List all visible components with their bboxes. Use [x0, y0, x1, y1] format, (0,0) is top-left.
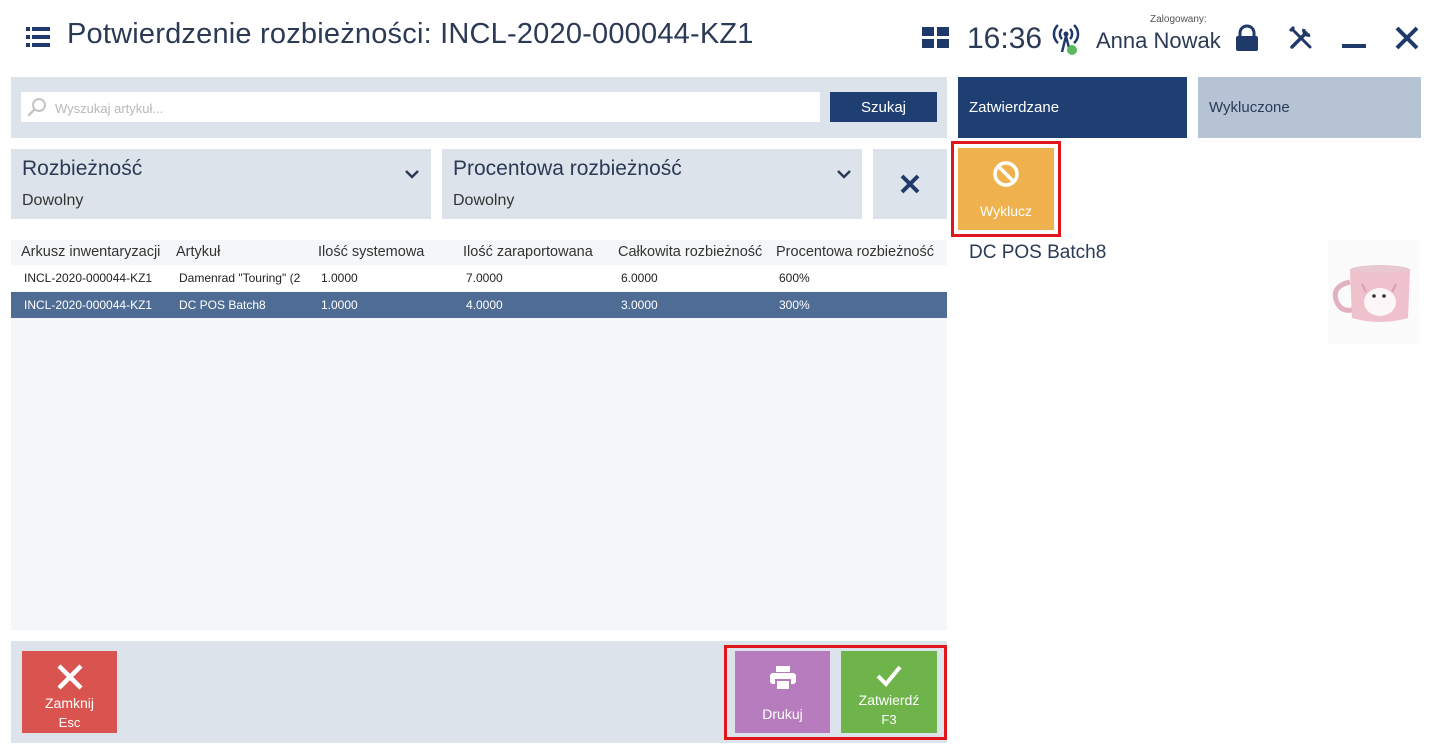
print-button-label: Drukuj — [762, 706, 803, 722]
search-button[interactable]: Szukaj — [830, 92, 937, 122]
column-header[interactable]: Procentowa rozbieżność — [776, 244, 934, 260]
minimize-icon[interactable] — [1342, 44, 1366, 48]
close-button-label: Zamknij — [44, 695, 94, 711]
cell-total-diff: 3.0000 — [621, 298, 658, 312]
confirm-button-label: Zatwierdź — [858, 692, 920, 708]
filter-value: Dowolny — [22, 192, 84, 209]
user-name: Anna Nowak — [1096, 28, 1221, 53]
exclude-button[interactable]: Wyklucz — [958, 148, 1054, 230]
filter-label: Procentowa rozbieżność — [453, 157, 682, 180]
cell-percent-diff: 300% — [779, 298, 810, 312]
cell-item: Damenrad "Touring" (2 — [179, 271, 301, 285]
close-icon — [56, 664, 83, 690]
signal-icon — [1052, 22, 1080, 56]
selected-item-name: DC POS Batch8 — [969, 242, 1107, 263]
tab-approved[interactable]: Zatwierdzane — [958, 77, 1187, 138]
close-button-shortcut: Esc — [58, 715, 81, 730]
checkmark-icon — [876, 665, 902, 687]
search-field[interactable] — [21, 92, 820, 124]
table-row[interactable]: INCL-2020-000044-KZ1 DC POS Batch8 1.000… — [11, 292, 947, 318]
clear-filters-button[interactable] — [873, 149, 947, 219]
cell-system-qty: 1.0000 — [321, 298, 358, 312]
page-title: Potwierdzenie rozbieżności: INCL-2020-00… — [67, 18, 754, 50]
cell-total-diff: 6.0000 — [621, 271, 658, 285]
printer-icon — [769, 666, 796, 691]
search-icon — [27, 97, 47, 117]
filter-label: Rozbieżność — [22, 157, 143, 180]
filter-percent-discrepancy[interactable]: Procentowa rozbieżność Dowolny — [442, 149, 862, 219]
ban-icon — [993, 161, 1019, 187]
filter-value: Dowolny — [453, 192, 515, 209]
grid-icon[interactable] — [922, 27, 950, 49]
column-header[interactable]: Ilość systemowa — [318, 244, 424, 260]
logged-in-caption: Zalogowany: — [1150, 14, 1207, 25]
cell-sheet: INCL-2020-000044-KZ1 — [24, 298, 153, 312]
close-button[interactable]: Zamknij Esc — [22, 651, 117, 733]
cell-reported-qty: 4.0000 — [466, 298, 503, 312]
product-image — [1328, 240, 1420, 344]
filter-discrepancy[interactable]: Rozbieżność Dowolny — [11, 149, 431, 219]
tab-excluded[interactable]: Wykluczone — [1198, 77, 1421, 138]
tools-icon[interactable] — [1288, 25, 1314, 51]
confirm-button-shortcut: F3 — [881, 712, 897, 727]
close-icon[interactable] — [1394, 25, 1420, 51]
chevron-down-icon — [836, 166, 852, 179]
hamburger-icon[interactable] — [26, 27, 50, 47]
lock-icon[interactable] — [1234, 24, 1260, 52]
exclude-button-label: Wyklucz — [980, 203, 1032, 219]
search-input[interactable] — [53, 92, 817, 124]
clock: 16:36 — [967, 22, 1043, 55]
column-header[interactable]: Całkowita rozbieżność — [618, 244, 762, 260]
column-header[interactable]: Ilość zaraportowana — [463, 244, 593, 260]
cell-percent-diff: 600% — [779, 271, 810, 285]
column-header[interactable]: Arkusz inwentaryzacji — [21, 244, 160, 260]
column-header[interactable]: Artykuł — [176, 244, 220, 260]
close-icon — [900, 174, 920, 194]
cell-system-qty: 1.0000 — [321, 271, 358, 285]
chevron-down-icon — [404, 166, 420, 179]
confirm-button[interactable]: Zatwierdź F3 — [841, 651, 937, 733]
cell-item: DC POS Batch8 — [179, 298, 266, 312]
cell-reported-qty: 7.0000 — [466, 271, 503, 285]
table-row[interactable]: INCL-2020-000044-KZ1 Damenrad "Touring" … — [11, 265, 947, 291]
cell-sheet: INCL-2020-000044-KZ1 — [24, 271, 153, 285]
print-button[interactable]: Drukuj — [735, 651, 830, 733]
